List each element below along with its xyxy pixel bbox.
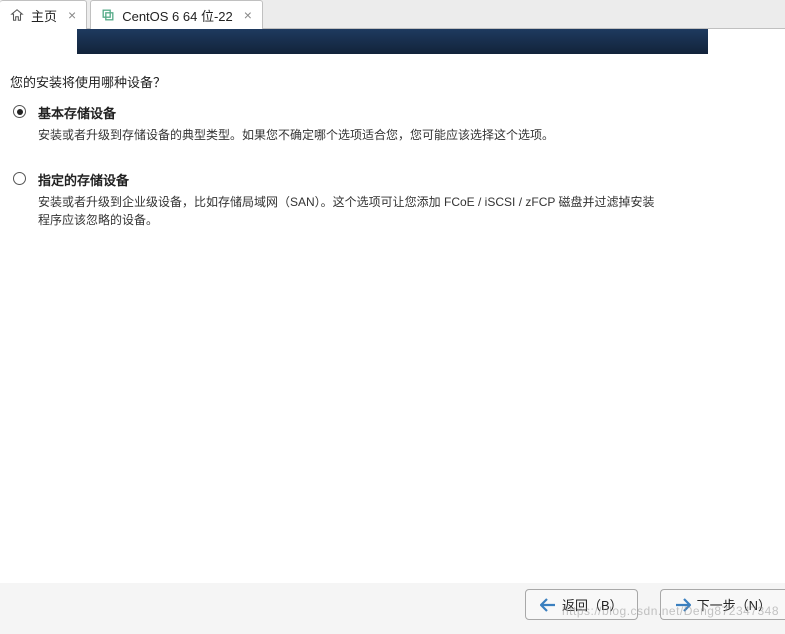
option-specialized[interactable]: 指定的存储设备 安装或者升级到企业级设备，比如存储局域网（SAN）。这个选项可让… <box>13 170 780 229</box>
option-basic[interactable]: 基本存储设备 安装或者升级到存储设备的典型类型。如果您不确定哪个选项适合您，您可… <box>13 103 780 144</box>
next-button[interactable]: 下一步（N） <box>660 589 785 620</box>
close-icon[interactable]: × <box>68 8 76 22</box>
tab-home-label: 主页 <box>31 6 57 25</box>
arrow-right-icon <box>675 598 691 612</box>
storage-question: 您的安装将使用哪种设备？ <box>10 72 780 91</box>
radio-specialized[interactable] <box>13 172 26 185</box>
installer-content: 您的安装将使用哪种设备？ 基本存储设备 安装或者升级到存储设备的典型类型。如果您… <box>0 29 785 583</box>
arrow-left-icon <box>540 598 556 612</box>
tab-vm[interactable]: CentOS 6 64 位-22 × <box>90 0 263 29</box>
radio-basic[interactable] <box>13 105 26 118</box>
tab-bar: 主页 × CentOS 6 64 位-22 × <box>0 0 785 29</box>
vm-icon <box>101 8 115 22</box>
option-specialized-desc: 安装或者升级到企业级设备，比如存储局域网（SAN）。这个选项可让您添加 FCoE… <box>38 193 658 229</box>
option-specialized-text: 指定的存储设备 安装或者升级到企业级设备，比如存储局域网（SAN）。这个选项可让… <box>38 170 658 229</box>
button-bar: 返回（B） 下一步（N） <box>525 589 785 620</box>
home-icon <box>10 8 24 22</box>
storage-options: 基本存储设备 安装或者升级到存储设备的典型类型。如果您不确定哪个选项适合您，您可… <box>13 103 780 229</box>
back-button[interactable]: 返回（B） <box>525 589 638 620</box>
option-specialized-title: 指定的存储设备 <box>38 170 658 189</box>
tab-home[interactable]: 主页 × <box>0 0 87 29</box>
installer-banner <box>77 29 708 54</box>
tab-vm-label: CentOS 6 64 位-22 <box>122 6 233 25</box>
next-button-label: 下一步（N） <box>697 595 771 614</box>
option-basic-desc: 安装或者升级到存储设备的典型类型。如果您不确定哪个选项适合您，您可能应该选择这个… <box>38 126 658 144</box>
option-basic-title: 基本存储设备 <box>38 103 658 122</box>
option-basic-text: 基本存储设备 安装或者升级到存储设备的典型类型。如果您不确定哪个选项适合您，您可… <box>38 103 658 144</box>
close-icon[interactable]: × <box>244 8 252 22</box>
back-button-label: 返回（B） <box>562 595 623 614</box>
